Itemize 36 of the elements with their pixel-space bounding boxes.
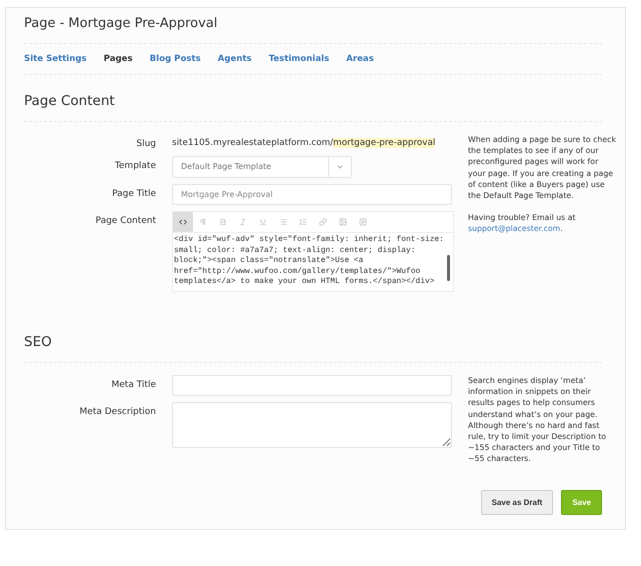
link-icon — [319, 218, 327, 226]
bullets-icon — [279, 218, 287, 226]
input-field[interactable] — [172, 375, 452, 396]
content-editor[interactable] — [172, 211, 454, 292]
slug-url: site1105.myrealestateplatform.com/mortgage-pre-approval — [172, 137, 436, 150]
draft-button[interactable]: Save as Draft — [480, 490, 554, 515]
nav-tab[interactable]: Testimonials — [268, 54, 330, 64]
field-label: Page Content — [96, 215, 156, 228]
nav-tab[interactable]: Site Settings — [24, 54, 87, 64]
code-tool-button[interactable] — [173, 212, 193, 232]
image-icon — [339, 218, 347, 226]
field-label: Template — [114, 160, 156, 173]
caret-icon — [336, 163, 344, 171]
nav-tab[interactable]: Blog Posts — [150, 54, 201, 64]
page-title: Page - Mortgage Pre-Approval — [24, 8, 602, 44]
scrollbar — [447, 255, 450, 281]
bold-icon — [219, 218, 227, 226]
field-label: Slug — [136, 138, 156, 150]
nav-tab[interactable]: Agents — [218, 54, 252, 64]
input-field[interactable]: Mortgage Pre-Approval — [172, 184, 452, 205]
field-label: Meta Description — [80, 406, 156, 419]
template-dropdown[interactable]: Default Page Template — [172, 156, 352, 178]
field-label: Meta Title — [112, 379, 156, 392]
nav-tab[interactable]: Pages — [104, 54, 133, 64]
field-label: Page Title — [112, 188, 156, 201]
video-icon — [359, 218, 367, 226]
italic-icon — [239, 218, 247, 226]
section-heading: SEO — [24, 316, 602, 363]
code-icon — [179, 218, 187, 226]
save-button[interactable]: Save — [561, 490, 602, 515]
numbers-icon — [299, 218, 307, 226]
underline-icon — [259, 218, 267, 226]
textarea-field[interactable] — [172, 402, 452, 448]
section-heading: Page Content — [24, 75, 602, 122]
nav-tab[interactable]: Areas — [346, 54, 374, 64]
paragraph-icon — [199, 218, 207, 226]
